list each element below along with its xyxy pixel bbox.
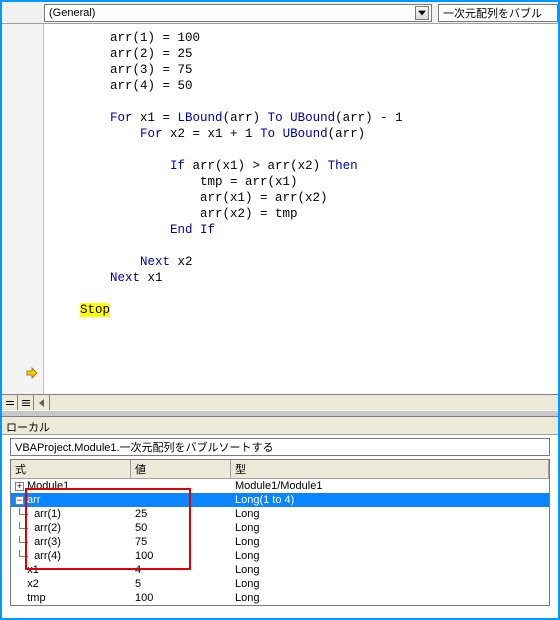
code-text: arr(x1) > arr(x2) (185, 159, 328, 173)
kw-to: To (268, 111, 283, 125)
locals-body: +Module1Module1/Module1−arrLong(1 to 4) … (11, 479, 549, 605)
locals-row[interactable]: arr(3) 75Long (11, 535, 549, 549)
code-view-switcher (2, 394, 558, 410)
expr-value: 75 (131, 536, 231, 548)
expr-value: 100 (131, 592, 231, 604)
expr-type: Long(1 to 4) (231, 494, 549, 506)
kw-if: If (170, 159, 185, 173)
code-text: (arr) (328, 127, 366, 141)
pane-splitter[interactable] (2, 410, 558, 417)
col-expression[interactable]: 式 (11, 460, 131, 479)
expr-value: 25 (131, 508, 231, 520)
object-dropdown-text: (General) (49, 7, 95, 19)
code-text: (arr) - 1 (335, 111, 403, 125)
code-line: arr(4) = 50 (110, 79, 193, 93)
expand-icon[interactable]: + (15, 482, 24, 491)
code-dropdown-bar: (General) 一次元配列をバブル (2, 2, 558, 24)
fn-ubound: UBound (290, 111, 335, 125)
expr-type: Long (231, 578, 549, 590)
fn-ubound: UBound (283, 127, 328, 141)
procedure-dropdown[interactable]: 一次元配列をバブル (438, 4, 558, 22)
stop-statement: Stop (80, 303, 110, 317)
expr-name: x1 (27, 564, 39, 576)
locals-row[interactable]: arr(2) 50Long (11, 521, 549, 535)
kw-for: For (140, 127, 163, 141)
execution-pointer-icon (26, 367, 38, 382)
code-text: x1 (140, 271, 163, 285)
procedure-dropdown-text: 一次元配列をバブル (443, 5, 542, 21)
code-text: x2 = x1 + 1 (163, 127, 261, 141)
locals-title: ローカル (2, 417, 558, 435)
expr-value: 100 (131, 550, 231, 562)
expr-name: arr(2) (34, 522, 61, 534)
kw-for: For (110, 111, 133, 125)
expr-type: Long (231, 536, 549, 548)
object-dropdown[interactable]: (General) (44, 4, 432, 22)
locals-header-row: 式 値 型 (11, 460, 549, 479)
expr-type: Long (231, 592, 549, 604)
kw-next: Next (140, 255, 170, 269)
chevron-down-icon[interactable] (415, 6, 429, 20)
expr-type: Long (231, 508, 549, 520)
locals-row[interactable]: −arr Long(1 to 4) (11, 493, 549, 507)
expr-name: arr(4) (34, 550, 61, 562)
col-value[interactable]: 値 (131, 460, 231, 479)
expr-name: arr(3) (34, 536, 61, 548)
locals-grid: 式 値 型 +Module1 Module1/Module1 −arr Long(1 … (10, 459, 550, 606)
locals-row[interactable]: +Module1 Module1/Module1 (11, 479, 549, 493)
expr-name: tmp (27, 592, 45, 604)
locals-context-text: VBAProject.Module1.一次元配列をバブルソートする (15, 439, 274, 455)
locals-row[interactable]: tmp 100Long (11, 591, 549, 605)
expr-name: Module1 (27, 480, 69, 492)
procedure-view-button[interactable] (2, 395, 18, 410)
code-text (275, 127, 283, 141)
window-frame: (General) 一次元配列をバブル arr(1) = 100 arr(2) … (0, 0, 560, 620)
fn-lbound: LBound (178, 111, 223, 125)
code-text: (arr) (223, 111, 268, 125)
code-editor[interactable]: arr(1) = 100 arr(2) = 25 arr(3) = 75 arr… (44, 24, 558, 394)
kw-next: Next (110, 271, 140, 285)
full-module-view-button[interactable] (18, 395, 34, 410)
kw-endif: End If (170, 223, 215, 237)
code-line: arr(1) = 100 (110, 31, 200, 45)
code-pane: arr(1) = 100 arr(2) = 25 arr(3) = 75 arr… (2, 24, 558, 394)
code-line: arr(2) = 25 (110, 47, 193, 61)
code-text: x1 = (133, 111, 178, 125)
expr-type: Module1/Module1 (231, 480, 549, 492)
code-line: tmp = arr(x1) (200, 175, 298, 189)
expr-value: 4 (131, 564, 231, 576)
expr-value: 50 (131, 522, 231, 534)
scroll-left-button[interactable] (34, 395, 50, 410)
collapse-icon[interactable]: − (15, 496, 24, 505)
expr-type: Long (231, 564, 549, 576)
locals-context-box[interactable]: VBAProject.Module1.一次元配列をバブルソートする (10, 438, 550, 456)
locals-row[interactable]: arr(1) 25Long (11, 507, 549, 521)
expr-name: x2 (27, 578, 39, 590)
expr-value: 5 (131, 578, 231, 590)
locals-row[interactable]: x1 4Long (11, 563, 549, 577)
locals-row[interactable]: x2 5Long (11, 577, 549, 591)
code-line: arr(x1) = arr(x2) (200, 191, 328, 205)
expr-name: arr (27, 494, 40, 506)
expr-name: arr(1) (34, 508, 61, 520)
code-line: arr(3) = 75 (110, 63, 193, 77)
h-scrollbar[interactable] (50, 395, 558, 410)
code-text (283, 111, 291, 125)
code-line: arr(x2) = tmp (200, 207, 298, 221)
kw-to: To (260, 127, 275, 141)
locals-row[interactable]: arr(4) 100Long (11, 549, 549, 563)
expr-type: Long (231, 522, 549, 534)
col-type[interactable]: 型 (231, 460, 549, 479)
code-text: x2 (170, 255, 193, 269)
code-margin (2, 24, 44, 394)
expr-type: Long (231, 550, 549, 562)
kw-then: Then (328, 159, 358, 173)
